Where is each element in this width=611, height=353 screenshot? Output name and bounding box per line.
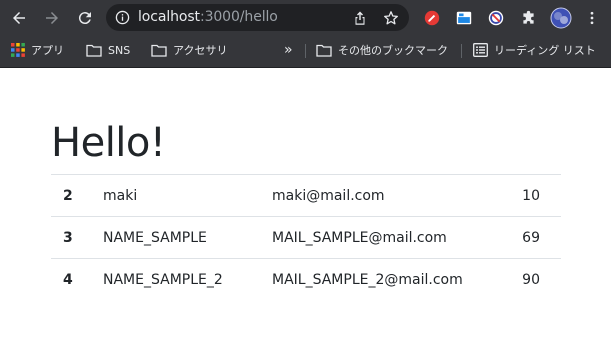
folder-icon [86,44,102,57]
bookmark-divider [305,44,306,58]
profile-avatar[interactable] [550,7,572,29]
extension-button[interactable] [422,8,442,28]
arrow-left-icon [13,12,25,24]
blue-extension-icon [456,11,472,25]
folder-icon [316,44,332,57]
bookmarks-bar: アプリ SNS アクセサリ » その他のブックマーク リーディング リスト [0,36,611,64]
bookmark-label: SNS [108,43,131,57]
share-icon[interactable] [352,10,368,26]
extensions-menu-button[interactable] [518,8,538,28]
apps-grid-icon [11,43,25,57]
cell-name: maki [103,188,138,204]
data-table: 2 maki maki@mail.com 10 3 NAME_SAMPLE MA… [51,174,561,300]
bookmark-star-icon[interactable] [383,10,399,26]
bookmark-apps[interactable]: アプリ [11,41,64,59]
extension-button[interactable] [486,8,506,28]
bookmark-label: その他のブックマーク [338,44,448,57]
bookmark-label: リーディング リスト [494,44,596,57]
table-row: 2 maki maki@mail.com 10 [51,174,561,216]
browser-chrome: localhost:3000/hello アプリ SNS アクセサリ » その他… [0,0,611,68]
reading-list-icon [473,43,488,57]
block-extension-icon [488,10,504,26]
browser-menu-button[interactable] [582,8,602,28]
cell-mail: maki@mail.com [272,188,385,204]
cell-id: 3 [63,230,73,246]
cell-name: NAME_SAMPLE_2 [103,272,223,288]
table-row: 3 NAME_SAMPLE MAIL_SAMPLE@mail.com 69 [51,216,561,258]
cell-mail: MAIL_SAMPLE_2@mail.com [272,272,463,288]
cell-id: 2 [63,188,73,204]
browser-toolbar: localhost:3000/hello [0,0,611,36]
reload-icon [78,12,91,25]
red-extension-icon [424,10,440,26]
reading-list-button[interactable]: リーディング リスト [473,41,596,59]
url-host: localhost [138,9,200,25]
back-button[interactable] [8,7,30,29]
cell-mail: MAIL_SAMPLE@mail.com [272,230,447,246]
cell-id: 4 [63,272,73,288]
cell-age: 69 [522,230,540,246]
extension-button[interactable] [454,8,474,28]
folder-icon [151,44,167,57]
bookmarks-overflow-button[interactable]: » [284,41,293,59]
forward-button[interactable] [41,7,63,29]
cell-age: 90 [522,272,540,288]
bookmark-label: アプリ [31,44,64,57]
overflow-chevron: » [284,42,293,58]
bookmark-folder-accessories[interactable]: アクセサリ [151,41,227,59]
bookmark-folder-sns[interactable]: SNS [86,41,130,59]
url-path: :3000/hello [199,9,278,25]
bookmark-divider [461,44,462,58]
puzzle-icon [522,10,534,24]
more-vertical-icon [590,11,594,25]
cell-name: NAME_SAMPLE [103,230,207,246]
page-title: Hello! [51,120,166,166]
bookmark-label: アクセサリ [173,44,228,57]
arrow-right-icon [46,12,58,24]
reload-button[interactable] [74,7,96,29]
table-row: 4 NAME_SAMPLE_2 MAIL_SAMPLE_2@mail.com 9… [51,258,561,300]
url-text: localhost:3000/hello [138,9,278,26]
chrome-divider [0,67,611,68]
bookmark-folder-other[interactable]: その他のブックマーク [316,41,448,59]
info-icon[interactable] [115,10,130,25]
avatar-globe-icon [550,7,572,29]
address-bar[interactable]: localhost:3000/hello [106,4,409,31]
cell-age: 10 [522,188,540,204]
